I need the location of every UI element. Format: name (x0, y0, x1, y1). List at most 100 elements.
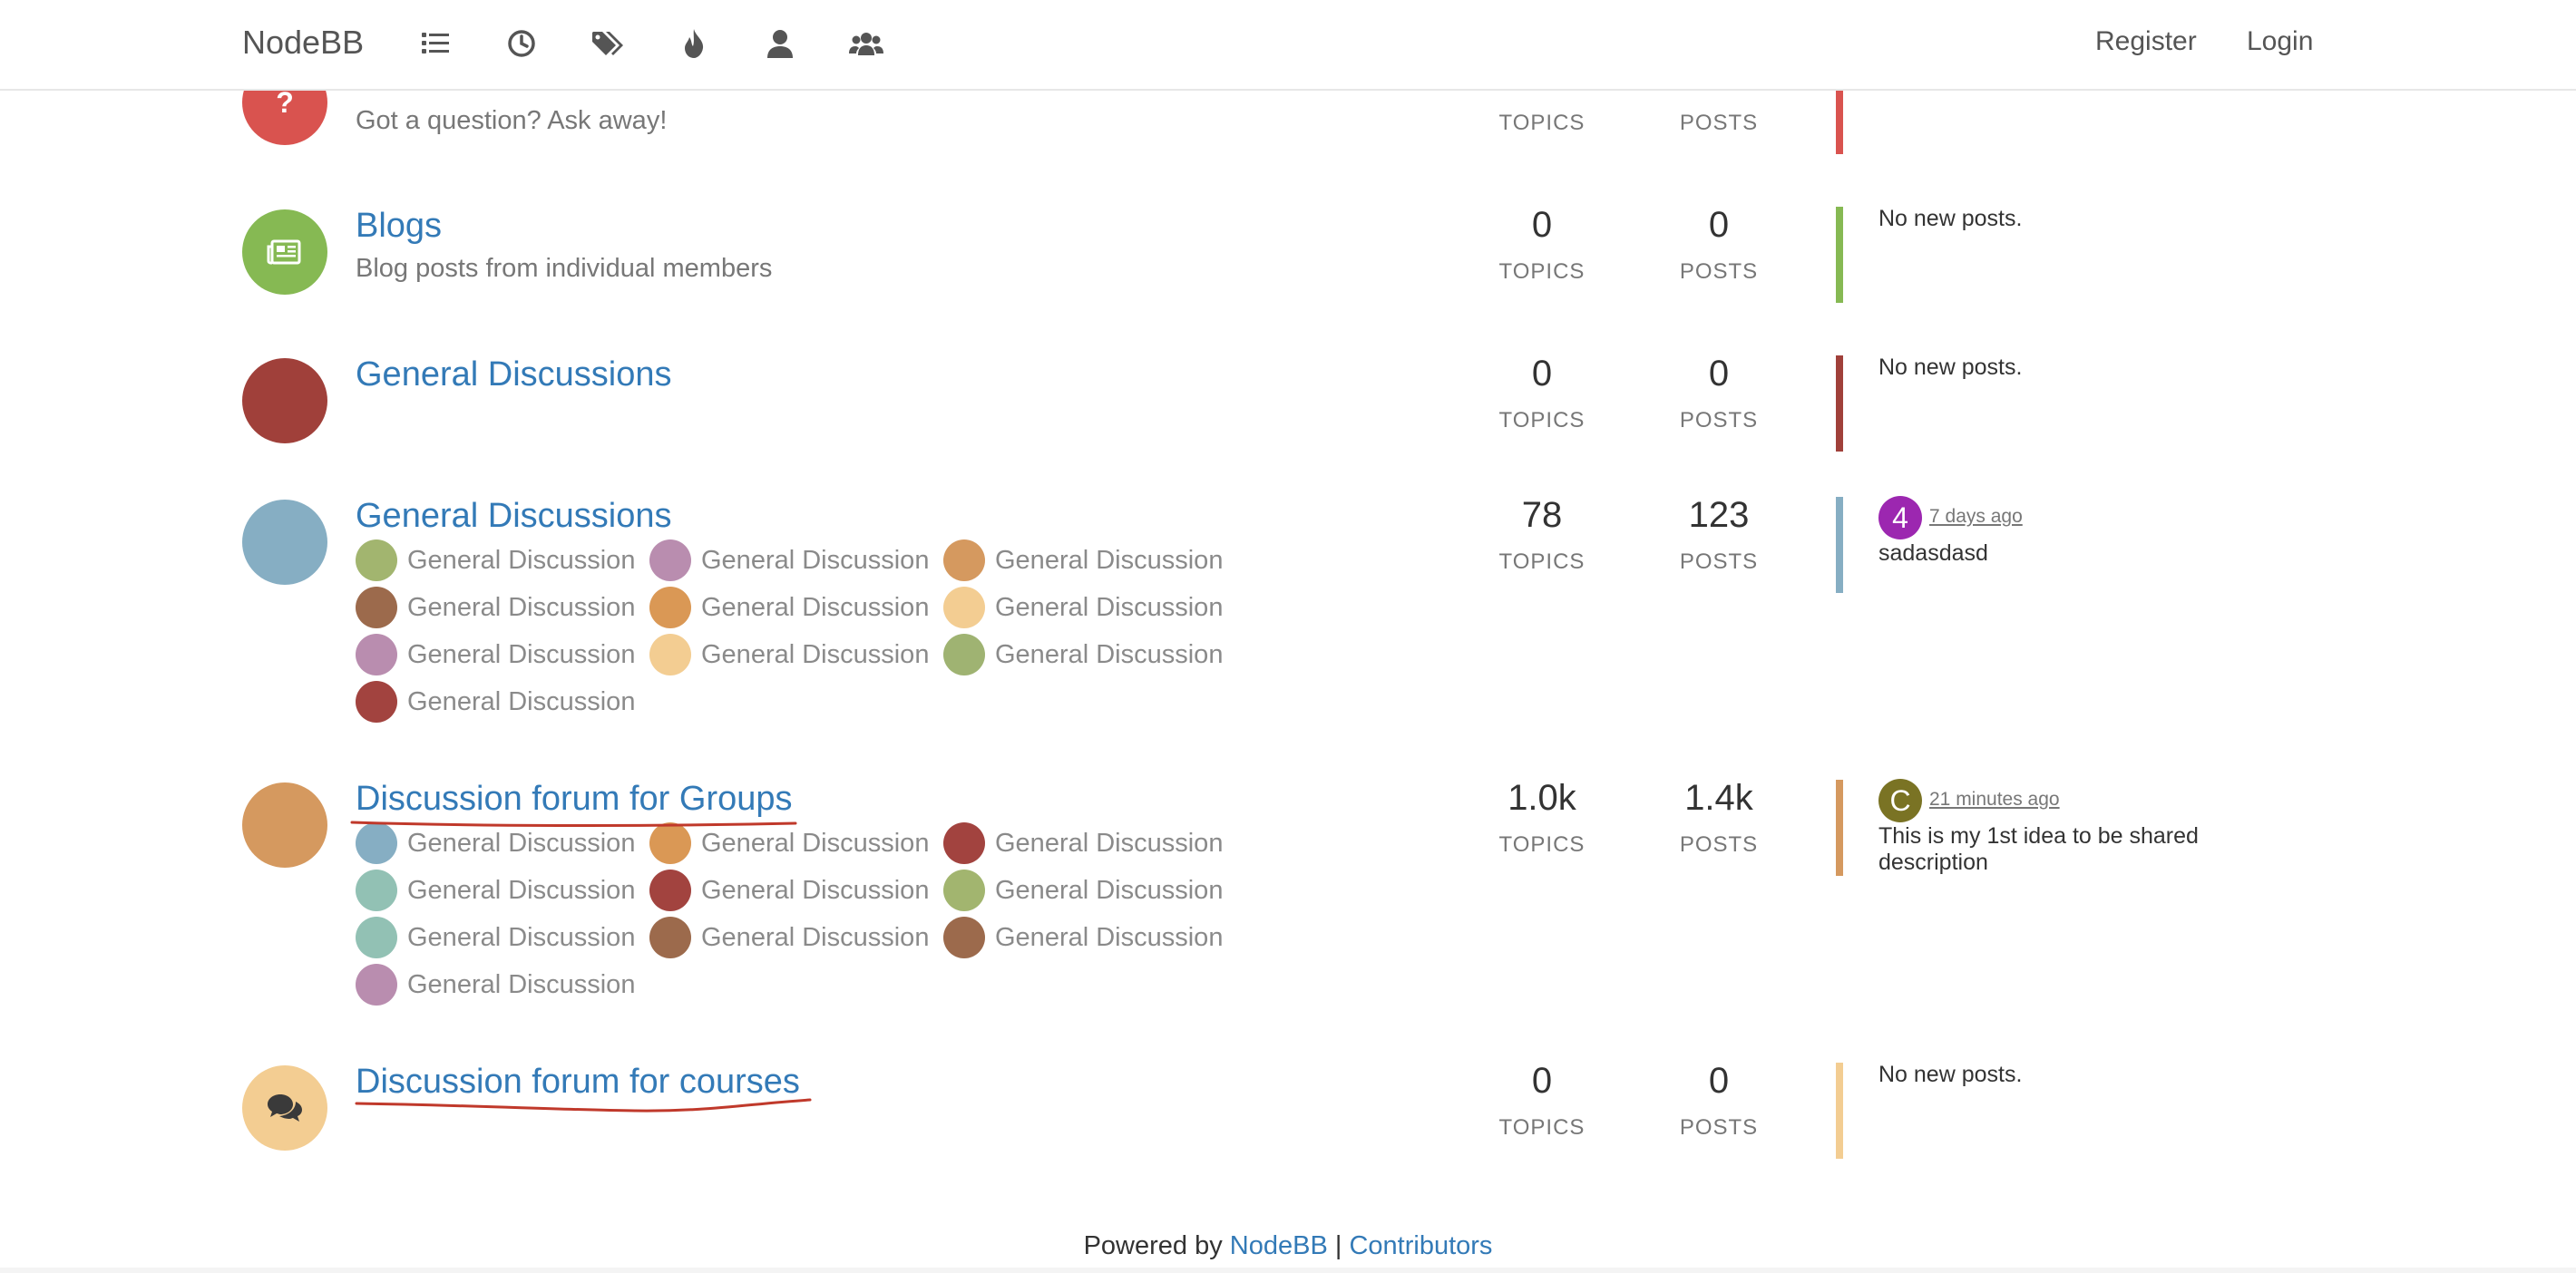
posts-count: 0 (1708, 1061, 1730, 1101)
subcategory-label: General Discussion (995, 922, 1224, 952)
teaser-color-bar (1836, 1063, 1843, 1159)
subcategory-label: General Discussion (407, 686, 636, 716)
subcategory-item[interactable]: General Discussion (649, 587, 943, 628)
comments-icon[interactable] (242, 1065, 327, 1151)
topics-label: TOPICS (1498, 408, 1586, 432)
category-icon[interactable] (242, 500, 327, 585)
topics-count: 0 (1531, 354, 1553, 394)
subcategory-icon (356, 964, 397, 1006)
subcategory-item[interactable]: General Discussion (356, 917, 649, 958)
category-title-link[interactable]: General Discussions (356, 497, 671, 536)
user-avatar[interactable]: 4 (1878, 496, 1922, 539)
topics-label: TOPICS (1498, 259, 1586, 284)
footer: Powered by NodeBB | Contributors (0, 1231, 2576, 1261)
topics-label: TOPICS (1498, 111, 1586, 135)
teaser-content[interactable]: This is my 1st idea to be shared descrip… (1878, 823, 2259, 876)
topics-count: 0 (1531, 205, 1553, 245)
register-link[interactable]: Register (2095, 26, 2197, 57)
brand-logo[interactable]: NodeBB (242, 24, 364, 62)
groups-icon[interactable] (848, 25, 884, 62)
topics-count: 1.0k (1508, 778, 1576, 818)
top-navbar: NodeBB Register Login (0, 0, 2576, 91)
subcategory-item[interactable]: General Discussion (356, 587, 649, 628)
teaser-timestamp-link[interactable]: 7 days ago (1929, 506, 2023, 528)
login-link[interactable]: Login (2247, 26, 2313, 57)
subcategory-item[interactable]: General Discussion (356, 681, 649, 723)
user-avatar[interactable]: C (1878, 779, 1922, 822)
subcategory-item[interactable]: General Discussion (356, 634, 649, 675)
category-title-link[interactable]: Discussion forum for Groups (356, 780, 793, 819)
posts-label: POSTS (1679, 408, 1759, 432)
nodebb-link[interactable]: NodeBB (1230, 1231, 1328, 1260)
subcategory-label: General Discussion (995, 545, 1224, 575)
subcategory-icon (356, 681, 397, 723)
subcategory-label: General Discussion (407, 875, 636, 905)
contributors-link[interactable]: Contributors (1349, 1231, 1492, 1260)
teaser-color-bar (1836, 780, 1843, 876)
category-title-link[interactable]: Discussion forum for courses (356, 1063, 800, 1102)
page-bottom-edge (0, 1268, 2576, 1273)
teaser-timestamp-link[interactable]: 21 minutes ago (1929, 789, 2060, 811)
subcategory-item[interactable]: General Discussion (943, 822, 1237, 864)
subcategory-label: General Discussion (407, 922, 636, 952)
subcategory-item[interactable]: General Discussion (356, 539, 649, 581)
subcategory-label: General Discussion (701, 592, 930, 622)
subcategory-label: General Discussion (701, 828, 930, 858)
teaser-no-posts: No new posts. (1878, 1062, 2023, 1087)
posts-label: POSTS (1679, 259, 1759, 284)
footer-powered-by: Powered by (1083, 1231, 1223, 1260)
category-icon[interactable] (242, 358, 327, 443)
subcategory-item[interactable]: General Discussion (649, 917, 943, 958)
subcategory-icon (943, 634, 985, 675)
subcategory-item[interactable]: General Discussion (649, 870, 943, 911)
users-icon[interactable] (762, 25, 798, 62)
subcategory-item[interactable]: General Discussion (943, 870, 1237, 911)
topics-count: 0 (1531, 1061, 1553, 1101)
topics-label: TOPICS (1498, 1115, 1586, 1140)
subcategory-item[interactable]: General Discussion (943, 539, 1237, 581)
subcategory-item[interactable]: General Discussion (943, 587, 1237, 628)
category-title-link[interactable]: Blogs (356, 207, 442, 246)
teaser-color-bar (1836, 207, 1843, 303)
teaser-no-posts: No new posts. (1878, 206, 2023, 231)
category-icon[interactable] (242, 782, 327, 868)
subcategory-icon (649, 634, 691, 675)
subcategory-label: General Discussion (407, 545, 636, 575)
subcategory-item[interactable]: General Discussion (649, 539, 943, 581)
tags-icon[interactable] (590, 25, 626, 62)
subcategory-item[interactable]: General Discussion (356, 822, 649, 864)
subcategory-list: General Discussion General Discussion Ge… (356, 539, 1244, 723)
subcategory-icon (356, 917, 397, 958)
subcategory-item[interactable]: General Discussion (356, 870, 649, 911)
subcategory-item[interactable]: General Discussion (356, 964, 649, 1006)
topics-label: TOPICS (1498, 549, 1586, 574)
newspaper-icon[interactable] (242, 209, 327, 295)
subcategory-icon (649, 917, 691, 958)
subcategory-label: General Discussion (701, 922, 930, 952)
subcategory-item[interactable]: General Discussion (943, 917, 1237, 958)
teaser-color-bar (1836, 355, 1843, 452)
subcategory-icon (943, 870, 985, 911)
popular-icon[interactable] (676, 25, 712, 62)
subcategory-item[interactable]: General Discussion (649, 634, 943, 675)
posts-label: POSTS (1679, 549, 1759, 574)
subcategory-label: General Discussion (701, 875, 930, 905)
subcategory-icon (649, 822, 691, 864)
posts-label: POSTS (1679, 111, 1759, 135)
recent-icon[interactable] (503, 25, 540, 62)
subcategory-label: General Discussion (407, 639, 636, 669)
subcategory-list: General Discussion General Discussion Ge… (356, 822, 1244, 1006)
subcategory-icon (649, 870, 691, 911)
teaser-content[interactable]: sadasdasd (1878, 540, 2259, 567)
posts-count: 1.4k (1684, 778, 1753, 818)
posts-label: POSTS (1679, 832, 1759, 857)
teaser-color-bar (1836, 89, 1843, 154)
subcategory-label: General Discussion (995, 875, 1224, 905)
subcategory-item[interactable]: General Discussion (943, 634, 1237, 675)
posts-count: 123 (1688, 495, 1750, 535)
subcategory-icon (649, 539, 691, 581)
categories-icon[interactable] (417, 25, 454, 62)
subcategory-label: General Discussion (407, 969, 636, 999)
category-title-link[interactable]: General Discussions (356, 355, 671, 394)
subcategory-item[interactable]: General Discussion (649, 822, 943, 864)
